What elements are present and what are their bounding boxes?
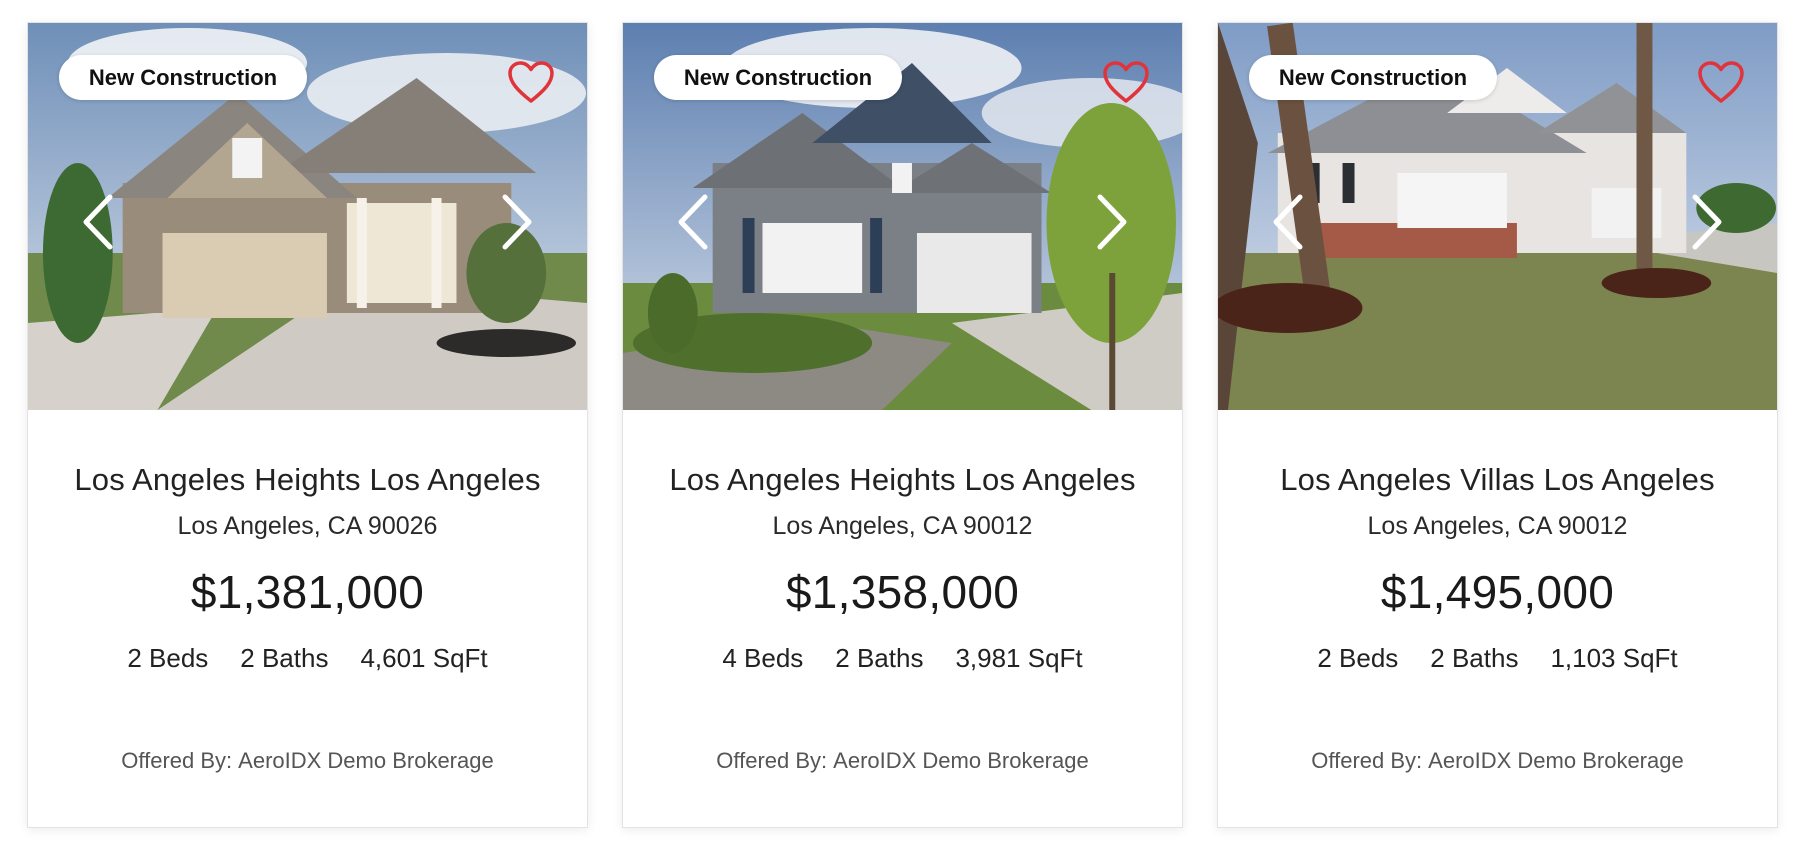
listing-photo-carousel[interactable]: New Construction	[623, 23, 1182, 410]
listing-photo-carousel[interactable]: New Construction	[1218, 23, 1777, 410]
baths-count: 2 Baths	[240, 643, 329, 673]
offered-by: Offered By: AeroIDX Demo Brokerage	[1218, 748, 1777, 774]
brokerage-name: AeroIDX Demo Brokerage	[238, 748, 494, 773]
offered-by-label: Offered By:	[1311, 748, 1423, 773]
baths-count: 2 Baths	[835, 643, 924, 673]
brokerage-name: AeroIDX Demo Brokerage	[833, 748, 1089, 773]
listing-photo-carousel[interactable]: New Construction	[28, 23, 587, 410]
beds-count: 4 Beds	[722, 643, 804, 673]
listing-price: $1,495,000	[1380, 566, 1615, 618]
listing-stats: 2 Beds 2 Baths 4,601 SqFt	[28, 643, 587, 674]
listing-stats: 4 Beds 2 Baths 3,981 SqFt	[623, 643, 1182, 674]
new-construction-badge: New Construction	[1249, 55, 1497, 100]
sqft-value: 4,601 SqFt	[360, 643, 488, 673]
new-construction-badge: New Construction	[59, 55, 307, 100]
beds-count: 2 Beds	[1317, 643, 1399, 673]
listing-title[interactable]: Los Angeles Heights Los Angeles	[28, 462, 587, 498]
listing-card[interactable]: New Construction Los Angeles Heights Los…	[622, 22, 1183, 828]
brokerage-name: AeroIDX Demo Brokerage	[1428, 748, 1684, 773]
listing-stats: 2 Beds 2 Baths 1,103 SqFt	[1218, 643, 1777, 674]
listing-title[interactable]: Los Angeles Villas Los Angeles	[1218, 462, 1777, 498]
offered-by: Offered By: AeroIDX Demo Brokerage	[623, 748, 1182, 774]
chevron-left-icon[interactable]	[1268, 191, 1308, 253]
chevron-left-icon[interactable]	[78, 191, 118, 253]
heart-outline-icon[interactable]	[507, 60, 555, 104]
chevron-left-icon[interactable]	[673, 191, 713, 253]
chevron-right-icon[interactable]	[1092, 191, 1132, 253]
listing-price: $1,381,000	[190, 566, 425, 618]
chevron-right-icon[interactable]	[497, 191, 537, 253]
offered-by: Offered By: AeroIDX Demo Brokerage	[28, 748, 587, 774]
new-construction-badge: New Construction	[654, 55, 902, 100]
listing-price: $1,358,000	[785, 566, 1020, 618]
listing-address: Los Angeles, CA 90012	[772, 512, 1033, 540]
listing-card[interactable]: New Construction Los Angeles Heights Los…	[27, 22, 588, 828]
beds-count: 2 Beds	[127, 643, 209, 673]
listing-details: Los Angeles Villas Los Angeles Los Angel…	[1218, 462, 1777, 774]
listing-address: Los Angeles, CA 90012	[1367, 512, 1628, 540]
listing-grid: New Construction Los Angeles Heights Los…	[0, 0, 1800, 854]
sqft-value: 1,103 SqFt	[1550, 643, 1678, 673]
listing-details: Los Angeles Heights Los Angeles Los Ange…	[623, 462, 1182, 774]
offered-by-label: Offered By:	[716, 748, 828, 773]
offered-by-label: Offered By:	[121, 748, 233, 773]
listing-title[interactable]: Los Angeles Heights Los Angeles	[623, 462, 1182, 498]
baths-count: 2 Baths	[1430, 643, 1519, 673]
sqft-value: 3,981 SqFt	[955, 643, 1083, 673]
chevron-right-icon[interactable]	[1687, 191, 1727, 253]
listing-address: Los Angeles, CA 90026	[177, 512, 438, 540]
heart-outline-icon[interactable]	[1697, 60, 1745, 104]
listing-card[interactable]: New Construction Los Angeles Villas Los …	[1217, 22, 1778, 828]
heart-outline-icon[interactable]	[1102, 60, 1150, 104]
listing-details: Los Angeles Heights Los Angeles Los Ange…	[28, 462, 587, 774]
